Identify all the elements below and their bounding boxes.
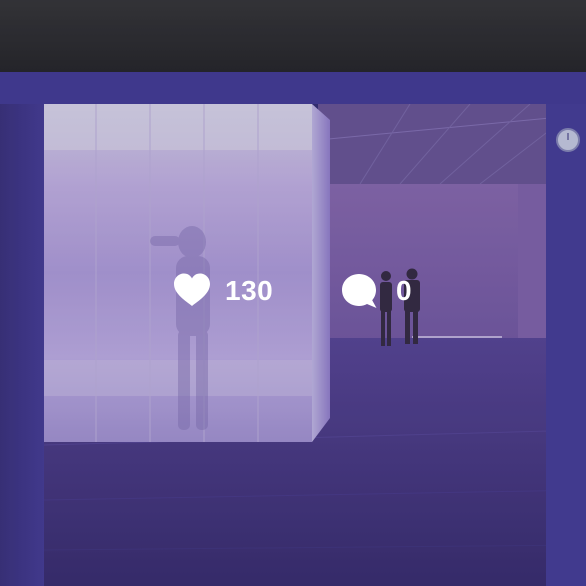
engagement-stats: 130 0	[0, 268, 586, 314]
likes-stat[interactable]: 130	[172, 268, 273, 314]
speech-bubble-icon	[340, 271, 380, 311]
post-thumbnail[interactable]: 130 0	[0, 0, 586, 586]
comments-stat[interactable]: 0	[340, 268, 412, 314]
comments-count: 0	[396, 275, 413, 306]
likes-count: 130	[225, 275, 274, 306]
heart-icon	[172, 271, 212, 311]
